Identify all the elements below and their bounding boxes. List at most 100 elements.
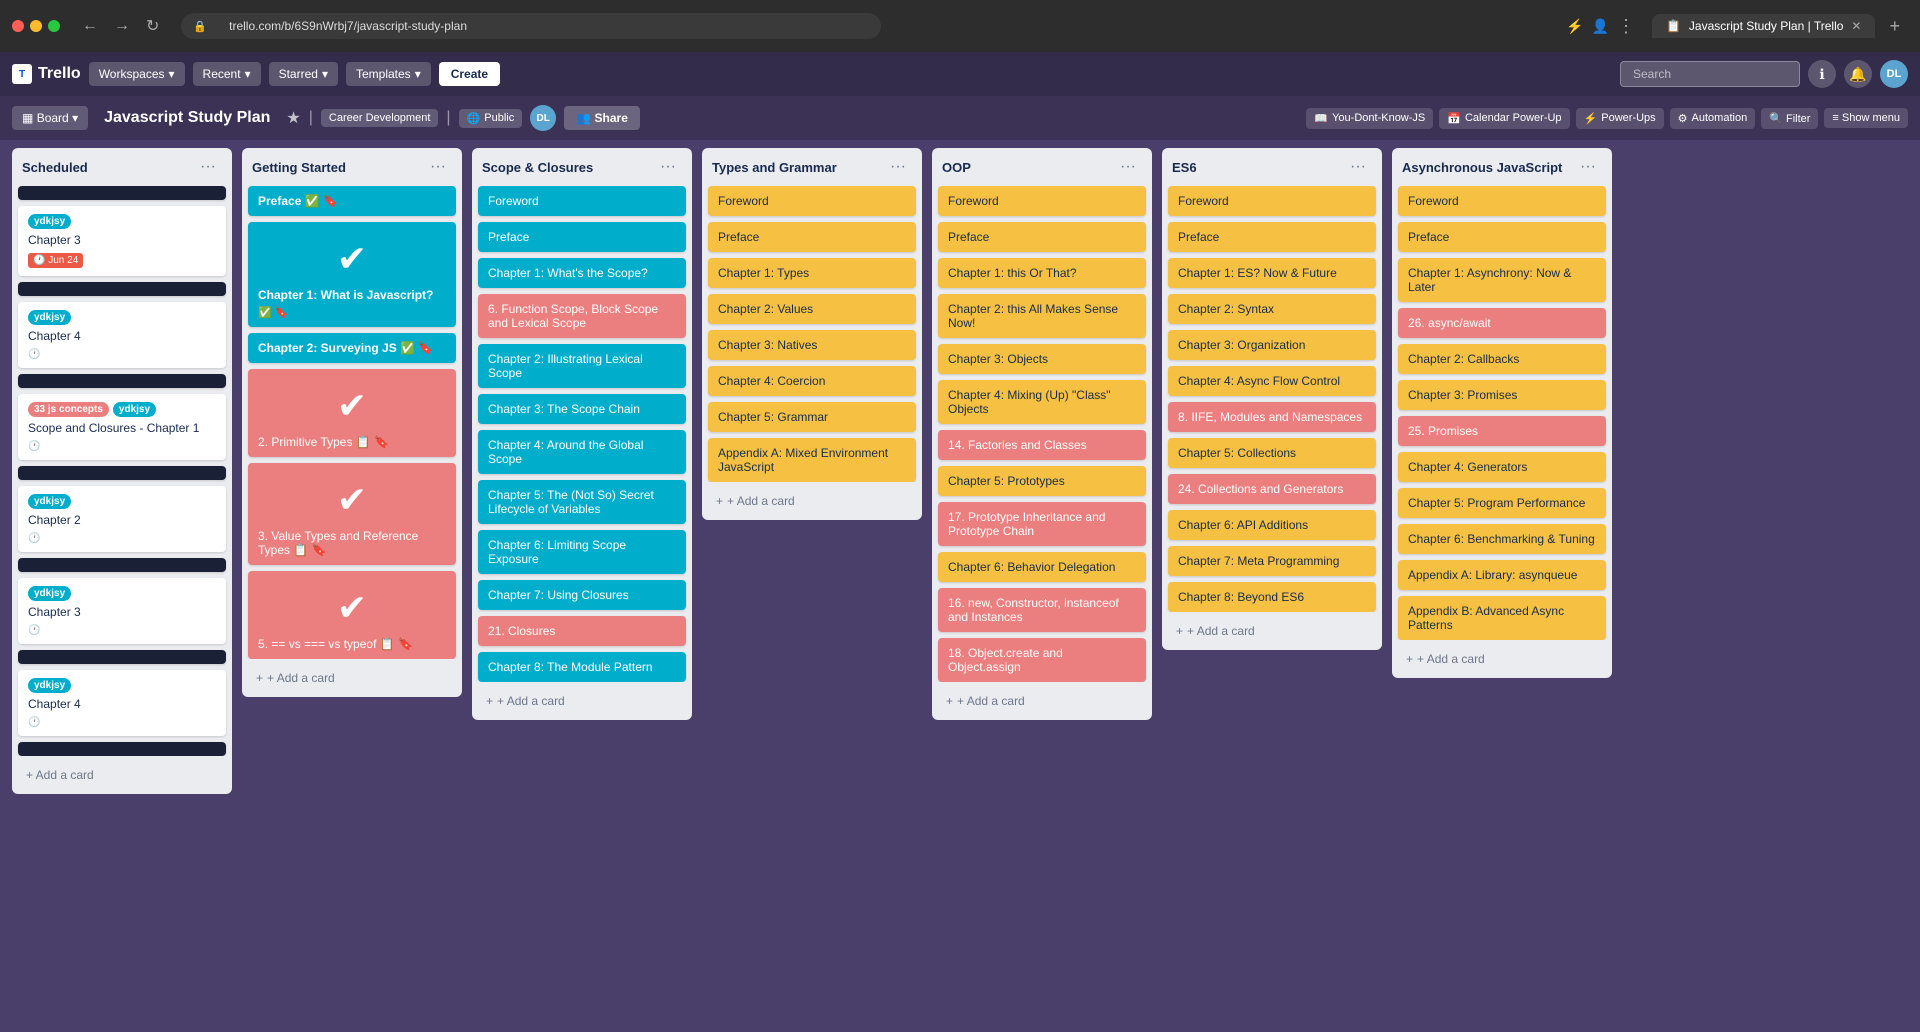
list-item[interactable]: Chapter 5: Program Performance bbox=[1398, 488, 1606, 518]
power-ups-button[interactable]: ⚡ Power-Ups bbox=[1576, 108, 1664, 129]
add-card-button-getting-started[interactable]: + + Add a card bbox=[248, 665, 456, 691]
list-item[interactable]: Foreword bbox=[478, 186, 686, 216]
list-item[interactable]: 25. Promises bbox=[1398, 416, 1606, 446]
list-item[interactable]: Chapter 2: Values bbox=[708, 294, 916, 324]
list-item[interactable]: Appendix A: Mixed Environment JavaScript bbox=[708, 438, 916, 482]
list-item[interactable]: Chapter 7: Using Closures bbox=[478, 580, 686, 610]
list-item[interactable]: 24. Collections and Generators bbox=[1168, 474, 1376, 504]
list-item[interactable]: Chapter 8: Beyond ES6 bbox=[1168, 582, 1376, 612]
visibility-button[interactable]: 🌐 Public bbox=[459, 109, 523, 128]
share-button[interactable]: 👥 Share bbox=[564, 106, 640, 130]
close-window-button[interactable] bbox=[12, 20, 24, 32]
list-item[interactable]: Chapter 6: Behavior Delegation bbox=[938, 552, 1146, 582]
list-item[interactable]: 8. IIFE, Modules and Namespaces bbox=[1168, 402, 1376, 432]
add-card-button-types-grammar[interactable]: + + Add a card bbox=[708, 488, 916, 514]
list-item[interactable]: Chapter 5: The (Not So) Secret Lifecycle… bbox=[478, 480, 686, 524]
list-menu-button-async-js[interactable]: ··· bbox=[1574, 156, 1602, 178]
list-item[interactable]: Chapter 2: Illustrating Lexical Scope bbox=[478, 344, 686, 388]
list-item[interactable]: 6. Function Scope, Block Scope and Lexic… bbox=[478, 294, 686, 338]
tab-close-icon[interactable]: ✕ bbox=[1851, 19, 1861, 33]
list-item[interactable]: ✔ Chapter 1: What is Javascript? ✅ 🔖 bbox=[248, 222, 456, 327]
list-item[interactable]: Chapter 1: this Or That? bbox=[938, 258, 1146, 288]
power-up-calendar[interactable]: 📅 Calendar Power-Up bbox=[1439, 108, 1569, 129]
list-menu-button-scope-closures[interactable]: ··· bbox=[654, 156, 682, 178]
list-item[interactable]: Chapter 8: The Module Pattern bbox=[478, 652, 686, 682]
list-item[interactable]: Chapter 3: Organization bbox=[1168, 330, 1376, 360]
list-item[interactable]: 18. Object.create and Object.assign bbox=[938, 638, 1146, 682]
list-item[interactable]: Chapter 3: Natives bbox=[708, 330, 916, 360]
list-item[interactable]: Foreword bbox=[1168, 186, 1376, 216]
list-item[interactable] bbox=[18, 466, 226, 480]
minimize-window-button[interactable] bbox=[30, 20, 42, 32]
starred-menu[interactable]: Starred ▾ bbox=[269, 62, 338, 86]
list-item[interactable]: Chapter 2: Surveying JS ✅ 🔖 bbox=[248, 333, 456, 363]
list-item[interactable]: Chapter 5: Prototypes bbox=[938, 466, 1146, 496]
list-item[interactable]: Chapter 4: Mixing (Up) "Class" Objects bbox=[938, 380, 1146, 424]
add-card-button-oop[interactable]: + + Add a card bbox=[938, 688, 1146, 714]
board-view-button[interactable]: ▦ Board ▾ bbox=[12, 106, 88, 130]
user-avatar[interactable]: DL bbox=[1880, 60, 1908, 88]
list-item[interactable]: Chapter 5: Collections bbox=[1168, 438, 1376, 468]
profile-icon[interactable]: 👤 bbox=[1592, 18, 1609, 35]
list-item[interactable]: ✔ 5. == vs === vs typeof 📋 🔖 bbox=[248, 571, 456, 659]
list-item[interactable]: ydkjsy Chapter 4 🕐 Jun 30 bbox=[18, 302, 226, 368]
list-item[interactable]: Chapter 3: Promises bbox=[1398, 380, 1606, 410]
list-menu-button-scheduled[interactable]: ··· bbox=[194, 156, 222, 178]
list-item[interactable]: Chapter 6: API Additions bbox=[1168, 510, 1376, 540]
workspaces-menu[interactable]: Workspaces ▾ bbox=[89, 62, 185, 86]
list-item[interactable] bbox=[18, 558, 226, 572]
list-item[interactable]: ydkjsy Chapter 3 🕐 Jun 24 bbox=[18, 206, 226, 276]
back-button[interactable]: ← bbox=[76, 13, 104, 39]
search-input[interactable] bbox=[1620, 61, 1800, 87]
list-item[interactable]: Appendix A: Library: asynqueue bbox=[1398, 560, 1606, 590]
list-item[interactable]: 21. Closures bbox=[478, 616, 686, 646]
list-item[interactable]: Chapter 6: Benchmarking & Tuning bbox=[1398, 524, 1606, 554]
create-button[interactable]: Create bbox=[439, 62, 500, 86]
list-item[interactable]: Chapter 1: Asynchrony: Now & Later bbox=[1398, 258, 1606, 302]
list-item[interactable]: 14. Factories and Classes bbox=[938, 430, 1146, 460]
list-item[interactable]: Chapter 3: Objects bbox=[938, 344, 1146, 374]
list-item[interactable]: Chapter 1: ES? Now & Future bbox=[1168, 258, 1376, 288]
list-item[interactable]: Chapter 2: Callbacks bbox=[1398, 344, 1606, 374]
extensions-icon[interactable]: ⚡ bbox=[1566, 18, 1583, 35]
list-item[interactable]: Foreword bbox=[708, 186, 916, 216]
automation-button[interactable]: ⚙ Automation bbox=[1670, 108, 1756, 129]
list-item[interactable]: ydkjsy Chapter 3 🕐 Jul 21 bbox=[18, 578, 226, 644]
list-item[interactable]: Chapter 1: What's the Scope? bbox=[478, 258, 686, 288]
list-item[interactable]: Preface bbox=[478, 222, 686, 252]
list-item[interactable] bbox=[18, 374, 226, 388]
refresh-button[interactable]: ↻ bbox=[140, 12, 165, 40]
list-item[interactable]: Chapter 7: Meta Programming bbox=[1168, 546, 1376, 576]
show-menu-button[interactable]: ≡ Show menu bbox=[1824, 108, 1908, 128]
filter-button[interactable]: 🔍 Filter bbox=[1761, 108, 1818, 129]
list-menu-button-types-grammar[interactable]: ··· bbox=[884, 156, 912, 178]
info-button[interactable]: ℹ bbox=[1808, 60, 1836, 88]
list-item[interactable]: Preface bbox=[1168, 222, 1376, 252]
add-card-button-async-js[interactable]: + + Add a card bbox=[1398, 646, 1606, 672]
list-item[interactable]: Chapter 2: this All Makes Sense Now! bbox=[938, 294, 1146, 338]
list-item[interactable]: ✔ 3. Value Types and Reference Types 📋 🔖 bbox=[248, 463, 456, 565]
more-icon[interactable]: ⋮ bbox=[1617, 16, 1636, 37]
forward-button[interactable]: → bbox=[108, 13, 136, 39]
list-item[interactable]: Foreword bbox=[938, 186, 1146, 216]
maximize-window-button[interactable] bbox=[48, 20, 60, 32]
list-item[interactable]: ✔ 2. Primitive Types 📋 🔖 bbox=[248, 369, 456, 457]
list-item[interactable]: ydkjsy Chapter 4 🕐 Jul 26 bbox=[18, 670, 226, 736]
list-item[interactable]: Chapter 3: The Scope Chain bbox=[478, 394, 686, 424]
list-item[interactable]: Chapter 4: Around the Global Scope bbox=[478, 430, 686, 474]
list-item[interactable]: Chapter 6: Limiting Scope Exposure bbox=[478, 530, 686, 574]
power-up-ydkjs[interactable]: 📖 You-Dont-Know-JS bbox=[1306, 108, 1433, 129]
address-bar[interactable] bbox=[213, 13, 813, 39]
recent-menu[interactable]: Recent ▾ bbox=[193, 62, 261, 86]
list-item[interactable]: Chapter 4: Generators bbox=[1398, 452, 1606, 482]
star-board-button[interactable]: ★ bbox=[286, 108, 300, 128]
add-card-button-es6[interactable]: + + Add a card bbox=[1168, 618, 1376, 644]
list-item[interactable]: Chapter 2: Syntax bbox=[1168, 294, 1376, 324]
list-menu-button-oop[interactable]: ··· bbox=[1114, 156, 1142, 178]
list-item[interactable]: 17. Prototype Inheritance and Prototype … bbox=[938, 502, 1146, 546]
active-tab[interactable]: 📋 Javascript Study Plan | Trello ✕ bbox=[1652, 14, 1876, 38]
add-card-button-scope-closures[interactable]: + + Add a card bbox=[478, 688, 686, 714]
notification-button[interactable]: 🔔 bbox=[1844, 60, 1872, 88]
list-item[interactable]: 26. async/await bbox=[1398, 308, 1606, 338]
list-item[interactable]: 33 js concepts ydkjsy Scope and Closures… bbox=[18, 394, 226, 460]
